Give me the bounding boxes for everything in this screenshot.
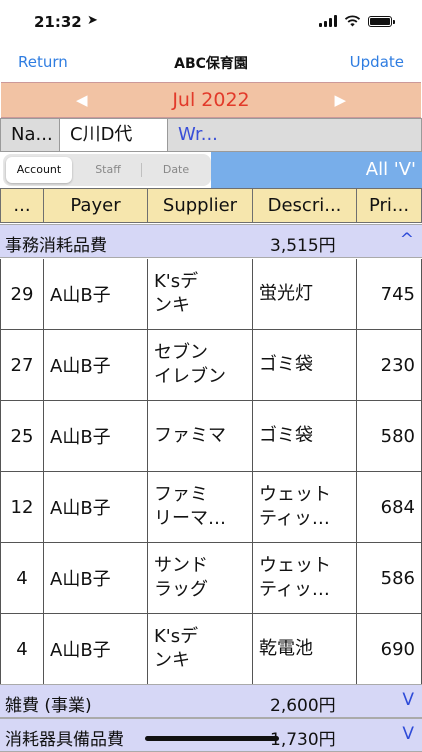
table-row[interactable]: 4 A山B子 サンド ラッグ ウェット ティッ… 586 (0, 543, 422, 614)
row-payer: A山B子 (44, 401, 148, 472)
row-description: ウェット ティッ… (253, 472, 357, 543)
row-price: 745 (357, 259, 422, 330)
table-row[interactable]: 12 A山B子 ファミ リーマ… ウェット ティッ… 684 (0, 472, 422, 543)
battery-icon (368, 15, 395, 27)
group-amount: 3,515円 (270, 236, 336, 256)
row-price: 586 (357, 543, 422, 614)
group-row[interactable]: 消耗器具備品費 1,730円 V (0, 718, 422, 752)
extra-filter[interactable]: Wr... (168, 118, 422, 152)
row-description: ゴミ袋 (253, 330, 357, 401)
filter-all-bar[interactable]: All 'V' (211, 152, 422, 188)
navigation-bar: Return ABC保育園 Update (0, 44, 422, 80)
row-number: 12 (0, 472, 44, 543)
group-row[interactable]: 雑費 (事業) 2,600円 V (0, 684, 422, 718)
row-payer: A山B子 (44, 472, 148, 543)
row-price: 684 (357, 472, 422, 543)
group-name: 雑費 (事業) (5, 696, 92, 716)
table-header: ... Payer Supplier Descri... Pri... (0, 188, 422, 223)
row-price: 690 (357, 614, 422, 685)
location-arrow-icon: ➤ (87, 13, 98, 28)
update-button[interactable]: Update (350, 53, 404, 71)
next-month-icon[interactable]: ▶ (334, 91, 346, 109)
header-payer[interactable]: Payer (44, 188, 148, 223)
group-row[interactable]: 事務消耗品費 3,515円 ^ (0, 224, 422, 258)
header-description[interactable]: Descri... (253, 188, 357, 223)
header-number[interactable]: ... (0, 188, 44, 223)
view-toolbar: Account Staff Date All 'V' (0, 152, 422, 188)
row-supplier: セブン イレブン (148, 330, 253, 401)
expand-icon[interactable]: V (402, 690, 414, 710)
row-price: 230 (357, 330, 422, 401)
segment-date[interactable]: Date (143, 157, 209, 183)
header-supplier[interactable]: Supplier (148, 188, 253, 223)
row-supplier: K'sデ ンキ (148, 259, 253, 330)
table-row[interactable]: 4 A山B子 K'sデ ンキ 乾電池 690 (0, 614, 422, 685)
row-description: ゴミ袋 (253, 401, 357, 472)
name-filter-label[interactable]: Na... (0, 118, 60, 152)
group-amount: 1,730円 (270, 730, 336, 750)
status-bar: 21:32 ➤ (0, 0, 422, 44)
row-supplier: ファミ リーマ… (148, 472, 253, 543)
filter-row: Na... C川D代 Wr... (0, 118, 422, 152)
status-time: 21:32 (34, 13, 82, 31)
row-number: 29 (0, 259, 44, 330)
group-amount: 2,600円 (270, 696, 336, 716)
row-price: 580 (357, 401, 422, 472)
row-payer: A山B子 (44, 259, 148, 330)
row-supplier: サンド ラッグ (148, 543, 253, 614)
expand-icon[interactable]: V (402, 724, 414, 744)
table-row[interactable]: 29 A山B子 K'sデ ンキ 蛍光灯 745 (0, 259, 422, 330)
row-description: 蛍光灯 (253, 259, 357, 330)
segmented-control: Account Staff Date (3, 154, 211, 186)
row-payer: A山B子 (44, 330, 148, 401)
row-number: 4 (0, 543, 44, 614)
group-name: 事務消耗品費 (5, 236, 107, 256)
status-icons (319, 15, 395, 27)
wifi-icon (344, 15, 361, 27)
segment-account[interactable]: Account (6, 157, 72, 183)
row-payer: A山B子 (44, 614, 148, 685)
month-selector: ◀ Jul 2022 ▶ (1, 82, 421, 118)
filter-all-label: All 'V' (365, 159, 416, 180)
month-label[interactable]: Jul 2022 (1, 89, 421, 111)
row-description: 乾電池 (253, 614, 357, 685)
row-number: 4 (0, 614, 44, 685)
row-supplier: ファミマ (148, 401, 253, 472)
row-number: 25 (0, 401, 44, 472)
row-number: 27 (0, 330, 44, 401)
table-row[interactable]: 27 A山B子 セブン イレブン ゴミ袋 230 (0, 330, 422, 401)
table-row[interactable]: 25 A山B子 ファミマ ゴミ袋 580 (0, 401, 422, 472)
segment-staff[interactable]: Staff (75, 157, 141, 183)
row-payer: A山B子 (44, 543, 148, 614)
row-supplier: K'sデ ンキ (148, 614, 253, 685)
name-filter-value[interactable]: C川D代 (60, 118, 168, 152)
collapse-icon[interactable]: ^ (400, 230, 414, 250)
home-indicator[interactable] (145, 736, 279, 741)
cellular-signal-icon (319, 15, 337, 27)
group-name: 消耗器具備品費 (5, 730, 124, 750)
row-description: ウェット ティッ… (253, 543, 357, 614)
header-price[interactable]: Pri... (357, 188, 422, 223)
